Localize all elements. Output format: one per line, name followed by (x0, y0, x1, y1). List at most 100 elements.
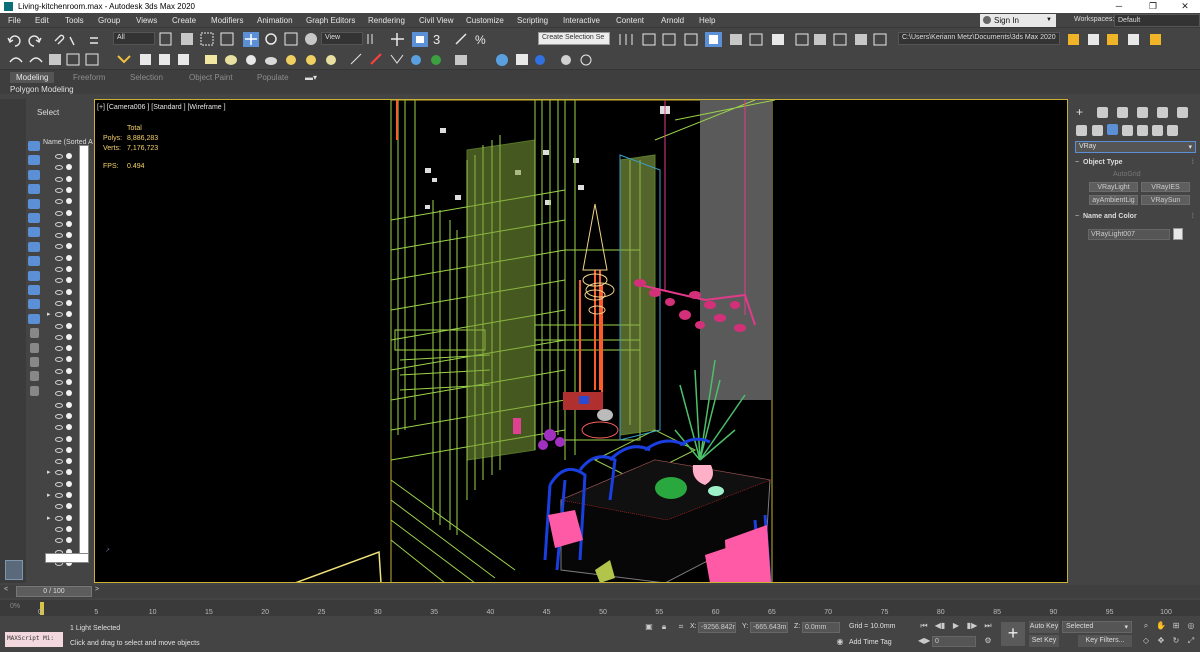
field-of-view-icon[interactable]: ◇ (1140, 636, 1152, 647)
vraylight-button[interactable]: VRayLight (1089, 182, 1138, 192)
freeze-toggle-icon[interactable] (66, 424, 72, 431)
maximize-button[interactable]: ❐ (1138, 1, 1168, 12)
display-cameras-icon[interactable] (28, 198, 40, 209)
visibility-eye-icon[interactable] (55, 199, 63, 205)
current-frame-field[interactable]: 0 (932, 636, 976, 647)
autogrid-checkbox[interactable]: AutoGrid (1113, 171, 1141, 178)
x-coord-field[interactable]: -9256.842r (698, 622, 736, 633)
menu-group[interactable]: Group (98, 16, 120, 25)
track-bar[interactable]: 0% 0 5 10 15 20 25 30 35 40 45 50 55 60 65 70 75 80 85 90 9… (0, 600, 1200, 616)
visibility-eye-icon[interactable] (55, 459, 63, 465)
freeze-toggle-icon[interactable] (66, 175, 72, 182)
display-frozen-icon[interactable] (28, 299, 40, 310)
visibility-eye-icon[interactable] (55, 244, 63, 250)
name-and-color-rollout[interactable]: − Name and Color ⁞ (1075, 213, 1196, 220)
freeze-toggle-icon[interactable] (66, 379, 72, 385)
zoom-all-icon[interactable]: ⊞ (1170, 621, 1182, 632)
freeze-toggle-icon[interactable] (66, 243, 72, 250)
visibility-eye-icon[interactable] (55, 334, 63, 340)
display-options-icon[interactable] (30, 385, 39, 396)
previous-frame-icon[interactable]: ◀▮ (934, 621, 946, 632)
key-mode-icon[interactable]: ◀▶ (918, 636, 930, 647)
freeze-toggle-icon[interactable] (66, 153, 72, 159)
visibility-eye-icon[interactable] (55, 447, 63, 453)
display-shapes-icon[interactable] (28, 169, 40, 180)
reference-coordinate-select[interactable]: View (321, 32, 363, 45)
display-helpers-icon[interactable] (28, 213, 40, 223)
project-path-select[interactable]: C:\Users\Keriann Metz\Documents\3ds Max … (898, 32, 1060, 45)
visibility-eye-icon[interactable] (55, 368, 63, 374)
time-slider[interactable]: < 0 / 100 > (0, 585, 1200, 598)
freeze-toggle-icon[interactable] (66, 198, 72, 205)
visibility-eye-icon[interactable] (55, 526, 63, 532)
time-config-icon[interactable]: ⚙ (982, 636, 994, 647)
freeze-toggle-icon[interactable] (66, 164, 72, 171)
freeze-toggle-icon[interactable] (66, 345, 72, 352)
expand-arrow-icon[interactable]: ▸ (47, 468, 51, 476)
visibility-eye-icon[interactable] (55, 436, 63, 442)
motion-tab-icon[interactable] (1137, 107, 1148, 118)
visibility-eye-icon[interactable] (55, 413, 63, 419)
menu-civil-view[interactable]: Civil View (419, 16, 454, 25)
visibility-eye-icon[interactable] (55, 504, 63, 510)
visibility-eye-icon[interactable] (55, 346, 63, 352)
display-all-icon[interactable] (28, 141, 40, 151)
visibility-eye-icon[interactable] (55, 538, 63, 544)
display-spacewarps-icon[interactable] (28, 227, 40, 238)
viewport-layout-thumbnail[interactable] (5, 560, 23, 580)
maximize-viewport-icon[interactable]: ⤢ (1185, 636, 1197, 647)
display-groups-icon[interactable] (28, 241, 40, 252)
freeze-toggle-icon[interactable] (66, 446, 72, 453)
next-frame-icon[interactable]: ▮▶ (966, 621, 978, 632)
freeze-toggle-icon[interactable] (66, 390, 72, 397)
freeze-toggle-icon[interactable] (66, 537, 72, 544)
space-warps-icon[interactable] (1152, 125, 1163, 136)
object-name-field[interactable]: VRayLight007 (1088, 229, 1170, 240)
vraysun-button[interactable]: VRaySun (1141, 195, 1190, 205)
display-geometry-icon[interactable] (28, 155, 40, 166)
menu-modifiers[interactable]: Modifiers (211, 16, 243, 25)
visibility-eye-icon[interactable] (55, 470, 63, 476)
visibility-eye-icon[interactable] (55, 233, 63, 239)
visibility-eye-icon[interactable] (55, 154, 63, 159)
display-tab-icon[interactable] (1157, 107, 1168, 118)
maxscript-listener[interactable]: MAXScript Mi: (5, 632, 63, 647)
visibility-eye-icon[interactable] (55, 357, 63, 363)
visibility-eye-icon[interactable] (55, 481, 63, 487)
display-xrefs-icon[interactable] (28, 256, 40, 267)
visibility-eye-icon[interactable] (55, 380, 63, 385)
freeze-toggle-icon[interactable] (66, 469, 72, 476)
explorer-hscrollbar[interactable] (45, 553, 89, 563)
freeze-toggle-icon[interactable] (66, 254, 72, 261)
camera-viewport[interactable]: ↗ [+] [Camera006 ] [Standard ] [Wirefram… (94, 99, 1068, 583)
freeze-toggle-icon[interactable] (66, 299, 72, 306)
display-lights-icon[interactable] (28, 184, 40, 195)
isolate-selection-icon[interactable]: ▣ (643, 622, 655, 633)
orbit-icon[interactable]: ◎ (1185, 621, 1197, 632)
freeze-toggle-icon[interactable] (66, 480, 72, 487)
selection-filter-select[interactable]: All (113, 32, 155, 45)
freeze-toggle-icon[interactable] (66, 220, 72, 227)
time-slider-next[interactable]: > (95, 586, 105, 596)
display-none-icon[interactable] (30, 342, 39, 353)
visibility-eye-icon[interactable] (55, 165, 63, 171)
freeze-toggle-icon[interactable] (66, 525, 72, 532)
selection-lock-icon[interactable]: 🔒︎ (658, 622, 670, 633)
go-to-start-icon[interactable]: ⏮ (918, 621, 930, 632)
freeze-toggle-icon[interactable] (66, 412, 72, 419)
menu-create[interactable]: Create (172, 16, 196, 25)
key-mode-select[interactable]: Selected ▾ (1062, 621, 1132, 633)
visibility-eye-icon[interactable] (55, 255, 63, 261)
shapes-icon[interactable] (1092, 125, 1103, 136)
helpers-icon[interactable] (1137, 125, 1148, 136)
object-type-rollout[interactable]: − Object Type ⁞ (1075, 159, 1196, 166)
visibility-eye-icon[interactable] (55, 515, 63, 521)
utilities-tab-icon[interactable] (1177, 107, 1188, 118)
menu-customize[interactable]: Customize (466, 16, 504, 25)
time-tag-icon[interactable]: ◉ (834, 637, 846, 648)
object-category-select[interactable]: VRay ▾ (1075, 141, 1196, 153)
menu-help[interactable]: Help (699, 16, 715, 25)
hierarchy-tab-icon[interactable] (1117, 107, 1128, 118)
y-coord-field[interactable]: -665.643m (750, 622, 788, 633)
create-tab-icon[interactable]: + (1076, 106, 1087, 118)
